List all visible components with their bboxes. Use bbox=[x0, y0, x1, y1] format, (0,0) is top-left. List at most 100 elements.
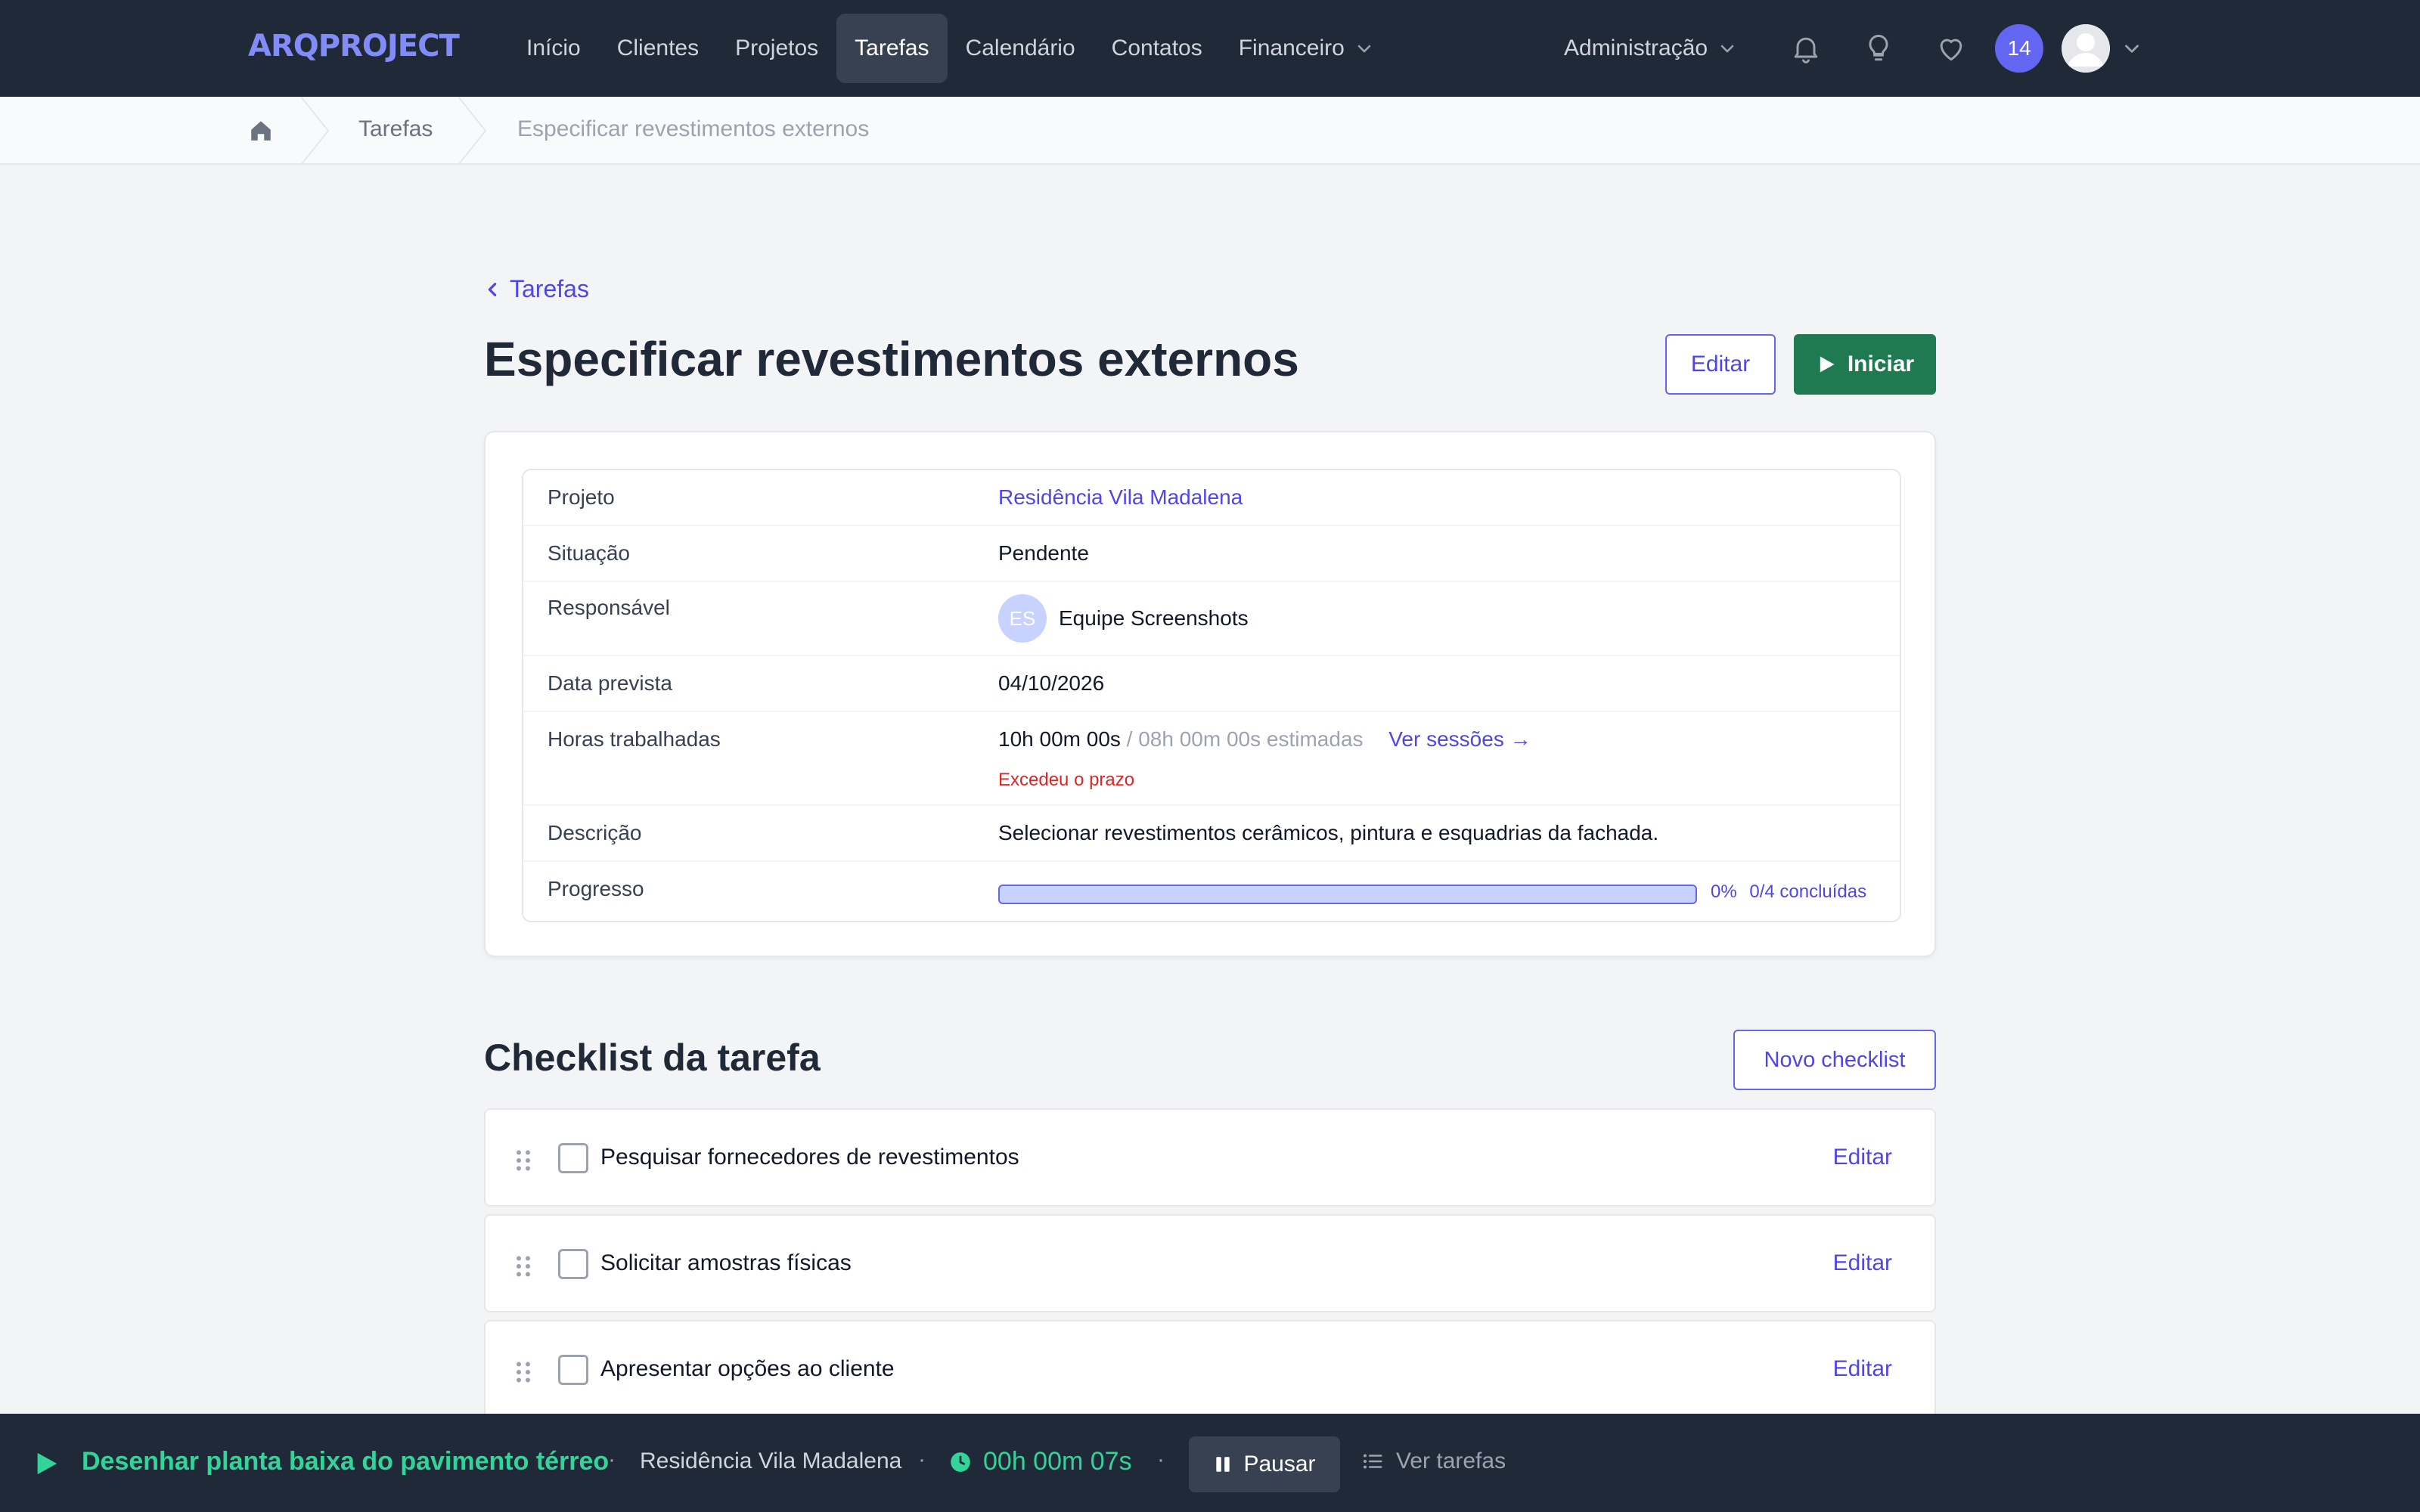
checklist-title: Checklist da tarefa bbox=[484, 1036, 821, 1079]
admin-menu[interactable]: Administração bbox=[1564, 36, 1736, 61]
notifications-button[interactable] bbox=[1782, 24, 1830, 73]
progress-bar bbox=[998, 885, 1697, 904]
project-link[interactable]: Residência Vila Madalena bbox=[998, 485, 1243, 510]
drag-handle-icon[interactable] bbox=[513, 1361, 534, 1383]
timer-elapsed: 00h 00m 07s bbox=[983, 1447, 1132, 1476]
active-task-name[interactable]: Desenhar planta baixa do pavimento térre… bbox=[82, 1447, 609, 1476]
separator-dot: · bbox=[608, 1447, 616, 1472]
nav-item-contatos[interactable]: Contatos bbox=[1094, 14, 1221, 83]
checklist-item-label: Pesquisar fornecedores de revestimentos bbox=[600, 1145, 1019, 1170]
admin-menu-label: Administração bbox=[1564, 36, 1708, 60]
notification-count-badge[interactable]: 14 bbox=[1995, 24, 2044, 73]
breadcrumb-item-current: Especificar revestimentos externos bbox=[517, 116, 870, 141]
ideas-button[interactable] bbox=[1854, 24, 1903, 73]
progress-count: 0/4 concluídas bbox=[1749, 881, 1867, 902]
top-navigation: ARQPROJECT Início Clientes Projetos Tare… bbox=[0, 0, 2420, 97]
checklist-edit-button[interactable]: Editar bbox=[1833, 1356, 1892, 1382]
chevron-down-icon bbox=[1357, 45, 1371, 53]
detail-row-assignee: Responsável ES Equipe Screenshots bbox=[523, 582, 1900, 656]
hours-estimated: / 08h 00m 00s estimadas bbox=[1126, 727, 1364, 751]
chevron-down-icon[interactable] bbox=[2122, 39, 2142, 58]
detail-label: Progresso bbox=[548, 877, 644, 900]
due-date-value: 04/10/2026 bbox=[998, 671, 1105, 695]
lightbulb-icon bbox=[1869, 35, 1888, 61]
hours-worked: 10h 00m 00s bbox=[998, 727, 1121, 751]
bell-icon bbox=[1794, 37, 1818, 64]
checklist-item-label: Apresentar opções ao cliente bbox=[600, 1356, 895, 1381]
user-silhouette-icon bbox=[2062, 24, 2111, 73]
active-task-project: Residência Vila Madalena bbox=[640, 1448, 902, 1473]
main-nav: Início Clientes Projetos Tarefas Calendá… bbox=[508, 14, 1392, 83]
view-tasks-label: Ver tarefas bbox=[1396, 1448, 1506, 1473]
drag-handle-icon[interactable] bbox=[513, 1255, 534, 1278]
nav-item-clientes[interactable]: Clientes bbox=[599, 14, 717, 83]
nav-item-inicio[interactable]: Início bbox=[508, 14, 599, 83]
back-link[interactable]: Tarefas bbox=[484, 275, 589, 303]
view-sessions-link[interactable]: Ver sessões → bbox=[1388, 727, 1531, 751]
breadcrumb-separator bbox=[458, 97, 487, 165]
chevron-down-icon bbox=[1720, 45, 1734, 53]
checklist-item: Pesquisar fornecedores de revestimentos … bbox=[484, 1108, 1936, 1207]
detail-label: Data prevista bbox=[548, 671, 672, 695]
task-details-table: Projeto Residência Vila Madalena Situaçã… bbox=[522, 469, 1901, 922]
new-checklist-button[interactable]: Novo checklist bbox=[1733, 1030, 1936, 1090]
heart-icon bbox=[1940, 39, 1962, 61]
detail-label: Projeto bbox=[548, 485, 615, 509]
drag-handle-icon[interactable] bbox=[513, 1149, 534, 1172]
active-timer-bar: Desenhar planta baixa do pavimento térre… bbox=[0, 1414, 2420, 1512]
detail-row-project: Projeto Residência Vila Madalena bbox=[523, 470, 1900, 526]
status-value: Pendente bbox=[998, 541, 1089, 565]
checklist-item: Solicitar amostras físicas Editar bbox=[484, 1214, 1936, 1312]
progress-text: 0% 0/4 concluídas bbox=[1711, 881, 1866, 903]
home-icon[interactable] bbox=[248, 118, 274, 144]
detail-row-due-date: Data prevista 04/10/2026 bbox=[523, 656, 1900, 712]
start-task-label: Iniciar bbox=[1847, 352, 1915, 376]
breadcrumb-item-tarefas[interactable]: Tarefas bbox=[358, 116, 433, 142]
task-details-card: Projeto Residência Vila Madalena Situaçã… bbox=[484, 431, 1936, 957]
nav-item-tarefas[interactable]: Tarefas bbox=[836, 14, 948, 83]
assignee-name: Equipe Screenshots bbox=[1059, 606, 1249, 630]
favorites-button[interactable] bbox=[1927, 24, 1975, 73]
pause-label: Pausar bbox=[1243, 1452, 1316, 1476]
detail-label: Situação bbox=[548, 541, 630, 565]
detail-label: Descrição bbox=[548, 821, 642, 844]
description-value: Selecionar revestimentos cerâmicos, pint… bbox=[998, 821, 1659, 844]
detail-row-hours: Horas trabalhadas 10h 00m 00s / 08h 00m … bbox=[523, 712, 1900, 806]
detail-row-description: Descrição Selecionar revestimentos cerâm… bbox=[523, 806, 1900, 862]
progress-percent: 0% bbox=[1711, 881, 1737, 902]
detail-row-progress: Progresso 0% 0/4 concluídas bbox=[523, 862, 1900, 921]
pause-button[interactable]: Pausar bbox=[1189, 1436, 1340, 1492]
detail-label: Responsável bbox=[548, 596, 670, 619]
checklist-checkbox[interactable] bbox=[558, 1355, 588, 1385]
checklist-checkbox[interactable] bbox=[558, 1249, 588, 1279]
assignee-value: ES Equipe Screenshots bbox=[998, 594, 1249, 643]
clock-icon bbox=[951, 1452, 970, 1472]
edit-task-button[interactable]: Editar bbox=[1665, 334, 1776, 395]
detail-row-status: Situação Pendente bbox=[523, 526, 1900, 582]
view-tasks-button[interactable]: Ver tarefas bbox=[1361, 1448, 1506, 1474]
nav-item-financeiro-label: Financeiro bbox=[1238, 36, 1345, 60]
page-title: Especificar revestimentos externos bbox=[484, 332, 1299, 386]
chevron-left-icon bbox=[488, 282, 497, 296]
pause-icon bbox=[1216, 1457, 1230, 1472]
nav-item-financeiro[interactable]: Financeiro bbox=[1221, 14, 1392, 83]
checklist-edit-button[interactable]: Editar bbox=[1833, 1250, 1892, 1276]
detail-label: Horas trabalhadas bbox=[548, 727, 721, 751]
play-icon bbox=[1820, 356, 1835, 373]
play-icon[interactable] bbox=[33, 1450, 59, 1477]
separator-dot: · bbox=[1157, 1447, 1165, 1472]
hours-value: 10h 00m 00s / 08h 00m 00s estimadas Ver … bbox=[998, 727, 1531, 751]
nav-item-calendario[interactable]: Calendário bbox=[948, 14, 1094, 83]
separator-dot: · bbox=[918, 1447, 926, 1472]
checklist-checkbox[interactable] bbox=[558, 1143, 588, 1173]
back-link-label: Tarefas bbox=[510, 275, 589, 302]
checklist-edit-button[interactable]: Editar bbox=[1833, 1145, 1892, 1170]
app-logo[interactable]: ARQPROJECT bbox=[248, 29, 460, 64]
assignee-avatar: ES bbox=[998, 594, 1047, 643]
breadcrumb-separator bbox=[300, 97, 330, 165]
start-task-button[interactable]: Iniciar bbox=[1794, 334, 1936, 395]
overdue-warning: Excedeu o prazo bbox=[998, 770, 1135, 790]
nav-item-projetos[interactable]: Projetos bbox=[717, 14, 836, 83]
user-avatar[interactable] bbox=[2062, 24, 2111, 73]
breadcrumb: Tarefas Especificar revestimentos extern… bbox=[0, 97, 2420, 165]
